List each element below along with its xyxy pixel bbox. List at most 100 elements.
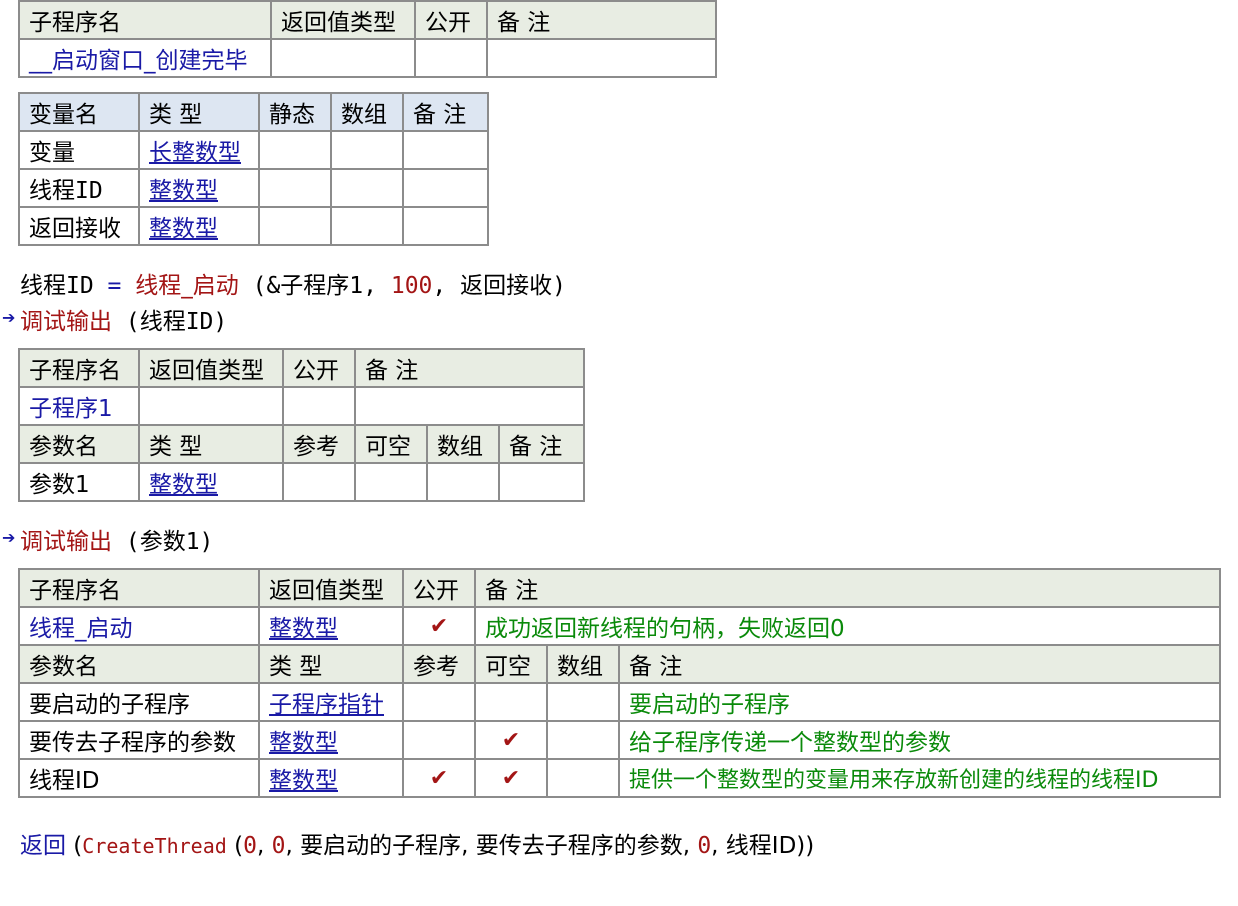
table-row[interactable]: 参数1 整数型 xyxy=(18,462,585,502)
array-cell[interactable] xyxy=(330,130,404,170)
code-sep: , xyxy=(432,273,461,299)
header-reference: 参考 xyxy=(282,424,356,464)
code-number: 0 xyxy=(243,833,257,859)
note-cell[interactable] xyxy=(486,38,717,78)
static-cell[interactable] xyxy=(258,206,332,246)
subroutine-note[interactable]: 成功返回新线程的句柄，失败返回0 xyxy=(474,606,1221,646)
header-public: 公开 xyxy=(402,568,476,608)
array-cell[interactable] xyxy=(546,720,620,760)
header-public: 公开 xyxy=(282,348,356,388)
param-note[interactable]: 给子程序传递一个整数型的参数 xyxy=(618,720,1221,760)
code-line-return[interactable]: 返回 (CreateThread (0, 0, 要启动的子程序, 要传去子程序的… xyxy=(20,826,814,860)
note-cell[interactable] xyxy=(402,130,489,170)
code-args: (参数1) xyxy=(112,529,214,555)
array-cell[interactable] xyxy=(330,168,404,208)
code-line-debug-output-param[interactable]: 调试输出 (参数1) xyxy=(20,522,213,556)
header-note: 备 注 xyxy=(618,644,1221,684)
header-public: 公开 xyxy=(414,0,488,40)
public-check-icon[interactable]: ✔ xyxy=(402,606,476,646)
param-name[interactable]: 参数1 xyxy=(18,462,140,502)
public-cell[interactable] xyxy=(414,38,488,78)
variable-type[interactable]: 整数型 xyxy=(138,206,260,246)
subroutine-name-sub1[interactable]: 子程序1 xyxy=(18,386,140,426)
param-name[interactable]: 线程ID xyxy=(18,758,260,798)
note-cell[interactable] xyxy=(354,386,585,426)
subroutine-name-thread-start[interactable]: 线程_启动 xyxy=(18,606,260,646)
nullable-check-icon[interactable]: ✔ xyxy=(474,758,548,798)
nullable-cell[interactable] xyxy=(474,682,548,722)
code-line-debug-output[interactable]: 调试输出 (线程ID) xyxy=(20,302,227,336)
variable-name[interactable]: 返回接收 xyxy=(18,206,140,246)
return-type-cell[interactable] xyxy=(138,386,284,426)
code-line-thread-start[interactable]: 线程ID = 线程_启动 (&子程序1, 100, 返回接收) xyxy=(20,266,566,300)
code-sep: , xyxy=(711,833,726,859)
header-variable-name: 变量名 xyxy=(18,92,140,132)
param-type[interactable]: 子程序指针 xyxy=(258,682,404,722)
code-operator: = xyxy=(93,273,136,299)
table-row[interactable]: 返回接收 整数型 xyxy=(18,206,489,246)
param-type[interactable]: 整数型 xyxy=(138,462,284,502)
param-note[interactable]: 提供一个整数型的变量用来存放新创建的线程的线程ID xyxy=(618,758,1221,798)
flow-arrow-icon: ➔ xyxy=(2,308,16,327)
reference-cell[interactable] xyxy=(282,462,356,502)
array-cell[interactable] xyxy=(330,206,404,246)
code-paren: ( xyxy=(238,273,267,299)
static-cell[interactable] xyxy=(258,168,332,208)
code-paren: ( xyxy=(66,833,83,859)
code-function: CreateThread xyxy=(82,834,227,858)
param-type[interactable]: 整数型 xyxy=(258,720,404,760)
reference-check-icon[interactable]: ✔ xyxy=(402,758,476,798)
array-cell[interactable] xyxy=(546,758,620,798)
static-cell[interactable] xyxy=(258,130,332,170)
variable-table: 变量名 类 型 静态 数组 备 注 变量 长整数型 线程ID 整数型 返回接收 … xyxy=(18,92,489,246)
code-arg: 要传去子程序的参数 xyxy=(475,833,683,859)
param-name[interactable]: 要传去子程序的参数 xyxy=(18,720,260,760)
array-cell[interactable] xyxy=(426,462,500,502)
header-static: 静态 xyxy=(258,92,332,132)
variable-type[interactable]: 整数型 xyxy=(138,168,260,208)
header-array: 数组 xyxy=(330,92,404,132)
header-nullable: 可空 xyxy=(354,424,428,464)
table-row[interactable]: 要传去子程序的参数 整数型 ✔ 给子程序传递一个整数型的参数 xyxy=(18,720,1221,760)
code-paren: ( xyxy=(226,833,244,859)
subroutine-table-thread-start: 子程序名 返回值类型 公开 备 注 线程_启动 整数型 ✔ 成功返回新线程的句柄… xyxy=(18,568,1221,798)
header-subroutine-name: 子程序名 xyxy=(18,348,140,388)
header-return-type: 返回值类型 xyxy=(270,0,416,40)
note-cell[interactable] xyxy=(402,206,489,246)
return-type-cell[interactable] xyxy=(270,38,416,78)
header-subroutine-name: 子程序名 xyxy=(18,0,272,40)
table-row[interactable]: 变量 长整数型 xyxy=(18,130,489,170)
array-cell[interactable] xyxy=(546,682,620,722)
param-type[interactable]: 整数型 xyxy=(258,758,404,798)
header-param-name: 参数名 xyxy=(18,424,140,464)
reference-cell[interactable] xyxy=(402,682,476,722)
variable-type[interactable]: 长整数型 xyxy=(138,130,260,170)
public-cell[interactable] xyxy=(282,386,356,426)
header-reference: 参考 xyxy=(402,644,476,684)
code-sep: , xyxy=(256,833,272,859)
header-array: 数组 xyxy=(426,424,500,464)
code-paren: ) xyxy=(552,273,566,299)
variable-name[interactable]: 线程ID xyxy=(18,168,140,208)
variable-name[interactable]: 变量 xyxy=(18,130,140,170)
reference-cell[interactable] xyxy=(402,720,476,760)
code-sep: , xyxy=(682,833,698,859)
flow-arrow-icon: ➔ xyxy=(2,528,16,547)
header-return-type: 返回值类型 xyxy=(138,348,284,388)
code-arg: 线程ID xyxy=(725,833,797,859)
code-keyword-return: 返回 xyxy=(20,833,66,859)
table-row[interactable]: 线程ID 整数型 xyxy=(18,168,489,208)
note-cell[interactable] xyxy=(402,168,489,208)
table-row[interactable]: 要启动的子程序 子程序指针 要启动的子程序 xyxy=(18,682,1221,722)
note-cell[interactable] xyxy=(498,462,585,502)
header-subroutine-name: 子程序名 xyxy=(18,568,260,608)
nullable-cell[interactable] xyxy=(354,462,428,502)
subroutine-name-startup[interactable]: __启动窗口_创建完毕 xyxy=(18,38,272,78)
header-param-name: 参数名 xyxy=(18,644,260,684)
param-name[interactable]: 要启动的子程序 xyxy=(18,682,260,722)
header-nullable: 可空 xyxy=(474,644,548,684)
table-row[interactable]: 线程ID 整数型 ✔ ✔ 提供一个整数型的变量用来存放新创建的线程的线程ID xyxy=(18,758,1221,798)
return-type[interactable]: 整数型 xyxy=(258,606,404,646)
nullable-check-icon[interactable]: ✔ xyxy=(474,720,548,760)
param-note[interactable]: 要启动的子程序 xyxy=(618,682,1221,722)
